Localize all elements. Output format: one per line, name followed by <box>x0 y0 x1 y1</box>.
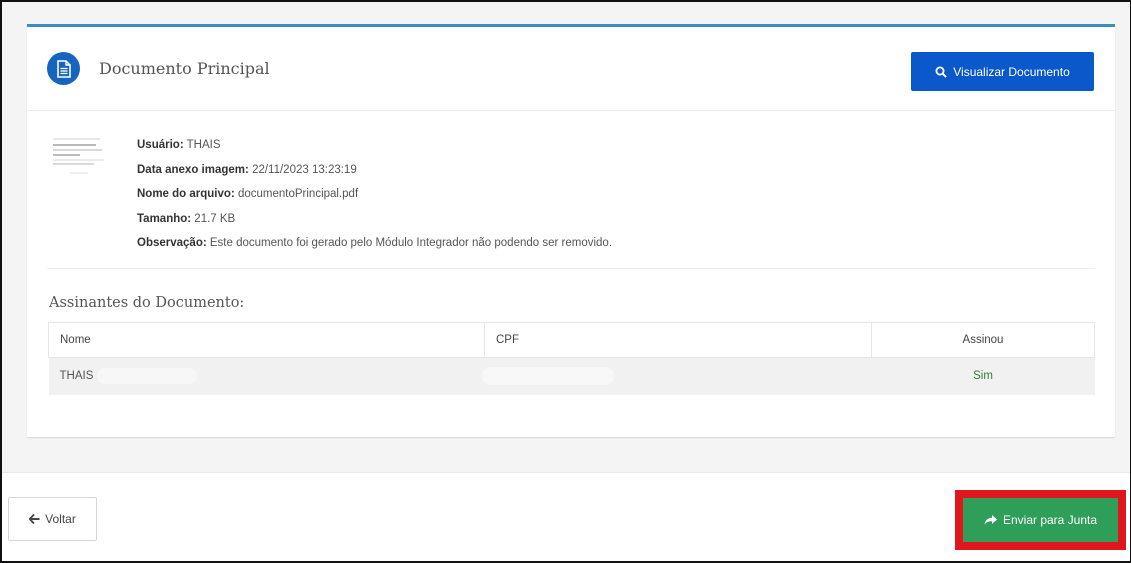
view-document-button[interactable]: Visualizar Documento <box>911 52 1094 91</box>
card-header: Documento Principal Visualizar Documento <box>27 27 1115 111</box>
redacted-name <box>97 368 198 385</box>
back-label: Voltar <box>45 512 76 526</box>
send-label: Enviar para Junta <box>1002 513 1098 527</box>
signer-name-cell: THAIS <box>48 357 485 395</box>
size-row: Tamanho: 21.7 KB <box>137 212 236 225</box>
highlight-box: Enviar para Junta <box>955 490 1126 550</box>
date-value: 22/11/2023 13:23:19 <box>252 163 357 176</box>
signer-name: THAIS <box>59 370 94 383</box>
view-document-label: Visualizar Documento <box>953 64 1070 79</box>
user-row: Usuário: THAIS <box>137 139 221 151</box>
content-area: Documento Principal Visualizar Documento <box>2 2 1130 472</box>
redacted-cpf <box>481 367 614 386</box>
date-row: Data anexo imagem: 22/11/2023 13:23:19 <box>137 163 357 176</box>
footer: Voltar Enviar para Junta <box>2 472 1130 561</box>
search-icon <box>935 66 947 78</box>
note-row: Observação: Este documento foi gerado pe… <box>137 237 613 249</box>
document-metadata: Usuário: THAIS Data anexo imagem: 22/11/… <box>137 133 612 256</box>
column-header-signed: Assinou <box>871 322 1095 358</box>
arrow-left-icon <box>29 514 40 524</box>
divider <box>47 268 1095 269</box>
document-title: Documento Principal <box>99 59 270 78</box>
column-header-name: Nome <box>48 322 485 358</box>
column-header-cpf: CPF <box>484 322 872 358</box>
signer-cpf-cell <box>481 357 872 395</box>
share-icon <box>984 515 997 525</box>
document-info: Usuário: THAIS Data anexo imagem: 22/11/… <box>27 111 1115 269</box>
note-value: Este documento foi gerado pelo Módulo In… <box>209 237 613 249</box>
filename-value: documentoPrincipal.pdf <box>237 188 359 200</box>
back-button[interactable]: Voltar <box>8 497 97 541</box>
document-card: Documento Principal Visualizar Documento <box>27 24 1115 437</box>
table-row: THAIS Sim <box>48 357 1095 395</box>
send-to-junta-button[interactable]: Enviar para Junta <box>963 498 1118 542</box>
signer-signed-cell: Sim <box>871 357 1095 395</box>
signers-table: Nome CPF Assinou THAIS Sim <box>48 322 1095 395</box>
signers-title: Assinantes do Documento: <box>49 295 245 311</box>
document-icon <box>47 52 80 85</box>
user-value: THAIS <box>186 139 221 151</box>
size-value: 21.7 KB <box>194 212 236 225</box>
table-header-row: Nome CPF Assinou <box>48 322 1095 358</box>
document-thumbnail <box>50 133 106 183</box>
filename-row: Nome do arquivo: documentoPrincipal.pdf <box>137 188 359 200</box>
